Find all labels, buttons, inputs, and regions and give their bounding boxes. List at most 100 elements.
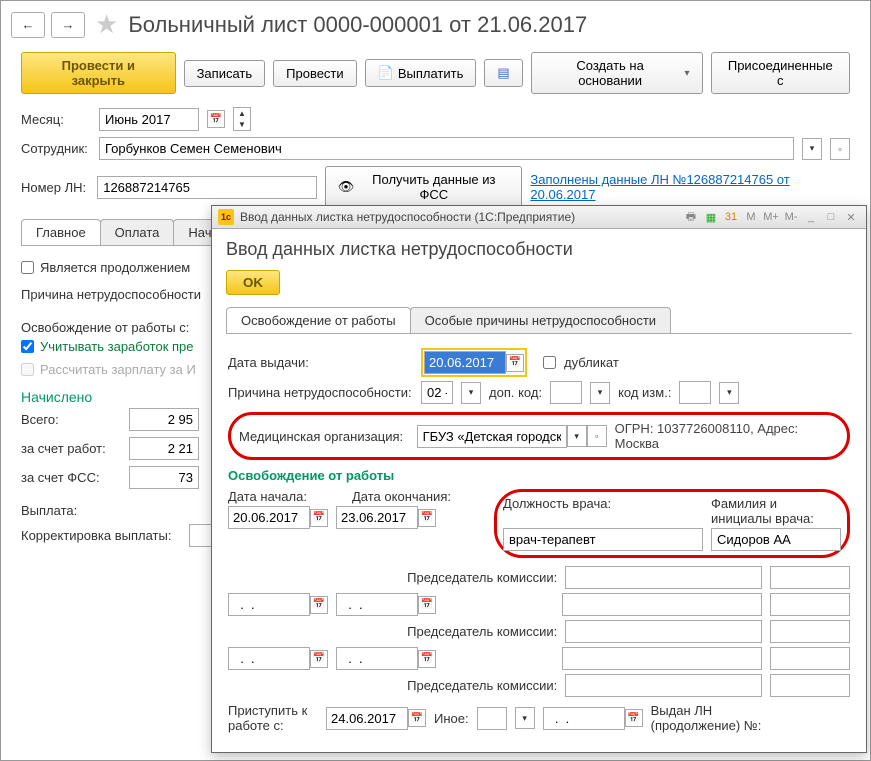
minimize-icon[interactable]: _ bbox=[802, 209, 820, 225]
chairman-pos-2[interactable] bbox=[565, 620, 762, 643]
medorg-drop[interactable]: ▾ bbox=[567, 425, 587, 447]
tab-main[interactable]: Главное bbox=[21, 219, 101, 245]
continuation-label: Является продолжением bbox=[40, 260, 190, 275]
chgcode-label: код изм.: bbox=[618, 385, 671, 400]
calendar-icon[interactable]: 📅 bbox=[418, 596, 436, 614]
other-date[interactable] bbox=[543, 707, 625, 730]
row2-start[interactable] bbox=[228, 593, 310, 616]
medorg-open[interactable]: ▫ bbox=[587, 425, 607, 447]
app-logo-icon: 1c bbox=[218, 209, 234, 225]
row2-pos[interactable] bbox=[562, 593, 762, 616]
attached-button[interactable]: Присоединенные с bbox=[711, 52, 850, 94]
earnings-checkbox[interactable] bbox=[21, 340, 34, 353]
conduct-button[interactable]: Провести bbox=[273, 60, 357, 87]
chairman-pos-1[interactable] bbox=[565, 566, 762, 589]
tab-payment[interactable]: Оплата bbox=[100, 219, 175, 245]
medorg-label: Медицинская организация: bbox=[239, 429, 409, 444]
calendar-icon[interactable]: 📅 bbox=[408, 709, 426, 727]
calc-salary-label: Рассчитать зарплату за И bbox=[40, 362, 196, 377]
back-button[interactable]: ← bbox=[11, 12, 45, 38]
calendar-icon[interactable]: 📅 bbox=[310, 650, 328, 668]
ok-button[interactable]: OK bbox=[226, 270, 280, 295]
total-input[interactable] bbox=[129, 408, 199, 431]
calendar-icon[interactable]: 📅 bbox=[506, 354, 524, 372]
ln-label: Номер ЛН: bbox=[21, 180, 89, 195]
month-stepper[interactable]: ▲▼ bbox=[233, 107, 251, 131]
position-input[interactable] bbox=[503, 528, 703, 551]
continuation-checkbox[interactable] bbox=[21, 261, 34, 274]
employee-dropdown[interactable]: ▾ bbox=[802, 138, 822, 160]
chairman-name-3[interactable] bbox=[770, 674, 850, 697]
modal-disability-data: 1c Ввод данных листка нетрудоспособности… bbox=[211, 205, 867, 753]
create-based-button[interactable]: Создать на основании bbox=[531, 52, 703, 94]
chairman-label-3: Председатель комиссии: bbox=[228, 678, 557, 693]
forward-button[interactable]: → bbox=[51, 12, 85, 38]
fss-label: за счет ФСС: bbox=[21, 470, 121, 485]
chairman-label-2: Председатель комиссии: bbox=[228, 624, 557, 639]
month-label: Месяц: bbox=[21, 112, 91, 127]
duplicate-checkbox[interactable] bbox=[543, 356, 556, 369]
calendar-icon[interactable]: 📅 bbox=[207, 110, 225, 128]
resume-label: Приступить к работе с: bbox=[228, 703, 318, 733]
ln-input[interactable] bbox=[97, 176, 317, 199]
row3-end[interactable] bbox=[336, 647, 418, 670]
row3-pos[interactable] bbox=[562, 647, 762, 670]
medorg-info: ОГРН: 1037726008110, Адрес: Москва bbox=[615, 421, 839, 451]
addcode-input[interactable] bbox=[550, 381, 582, 404]
calendar-icon[interactable]: 📅 bbox=[310, 596, 328, 614]
employee-input[interactable] bbox=[99, 137, 794, 160]
date-icon[interactable]: 31 bbox=[722, 209, 740, 225]
row2-name[interactable] bbox=[770, 593, 850, 616]
medorg-input[interactable] bbox=[417, 425, 567, 448]
close-icon[interactable]: ✕ bbox=[842, 209, 860, 225]
reason-code-input[interactable] bbox=[421, 381, 453, 404]
calendar-icon[interactable]: 📅 bbox=[310, 509, 328, 527]
issued-ln-label: Выдан ЛН (продолжение) №: bbox=[651, 703, 771, 733]
reason-label: Причина нетрудоспособности: bbox=[228, 385, 413, 400]
addcode-label: доп. код: bbox=[489, 385, 542, 400]
fss-input[interactable] bbox=[129, 466, 199, 489]
row3-name[interactable] bbox=[770, 647, 850, 670]
star-icon[interactable]: ★ bbox=[95, 9, 118, 40]
chairman-pos-3[interactable] bbox=[565, 674, 762, 697]
list-button[interactable]: ▤ bbox=[484, 59, 522, 87]
maximize-icon[interactable]: □ bbox=[822, 209, 840, 225]
doctor-input[interactable] bbox=[711, 528, 841, 551]
issue-date-label: Дата выдачи: bbox=[228, 355, 413, 370]
calc-salary-checkbox bbox=[21, 363, 34, 376]
other-drop[interactable]: ▾ bbox=[515, 707, 535, 729]
chairman-name-1[interactable] bbox=[770, 566, 850, 589]
pay-button[interactable]: 📄Выплатить bbox=[365, 59, 477, 87]
get-fss-button[interactable]: 👁Получить данные из ФСС bbox=[325, 166, 523, 208]
write-button[interactable]: Записать bbox=[184, 60, 266, 87]
issue-date-input[interactable] bbox=[424, 351, 506, 374]
month-input[interactable] bbox=[99, 108, 199, 131]
chgcode-drop[interactable]: ▾ bbox=[719, 382, 739, 404]
conduct-close-button[interactable]: Провести и закрыть bbox=[21, 52, 176, 94]
modal-tab-release[interactable]: Освобождение от работы bbox=[226, 307, 411, 333]
chgcode-input[interactable] bbox=[679, 381, 711, 404]
total-label: Всего: bbox=[21, 412, 121, 427]
ln-link[interactable]: Заполнены данные ЛН №126887214765 от 20.… bbox=[530, 172, 850, 202]
print-icon[interactable]: 🖶 bbox=[682, 209, 700, 225]
employee-open[interactable]: ▫ bbox=[830, 138, 850, 160]
end-date-input[interactable] bbox=[336, 506, 418, 529]
other-code-input[interactable] bbox=[477, 707, 507, 730]
employer-input[interactable] bbox=[129, 437, 199, 460]
resume-date-input[interactable] bbox=[326, 707, 408, 730]
modal-tab-reasons[interactable]: Особые причины нетрудоспособности bbox=[410, 307, 671, 333]
employer-label: за счет работ: bbox=[21, 441, 121, 456]
addcode-drop[interactable]: ▾ bbox=[590, 382, 610, 404]
calendar-icon[interactable]: 📅 bbox=[418, 650, 436, 668]
row3-start[interactable] bbox=[228, 647, 310, 670]
calendar-icon[interactable]: 📅 bbox=[625, 709, 643, 727]
employee-label: Сотрудник: bbox=[21, 141, 91, 156]
reason-drop[interactable]: ▾ bbox=[461, 382, 481, 404]
chairman-name-2[interactable] bbox=[770, 620, 850, 643]
row2-end[interactable] bbox=[336, 593, 418, 616]
other-label: Иное: bbox=[434, 711, 469, 726]
calendar-icon[interactable]: 📅 bbox=[418, 509, 436, 527]
calendar-tool-icon[interactable]: ▦ bbox=[702, 209, 720, 225]
start-date-input[interactable] bbox=[228, 506, 310, 529]
modal-title: Ввод данных листка нетрудоспособности bbox=[226, 239, 852, 260]
